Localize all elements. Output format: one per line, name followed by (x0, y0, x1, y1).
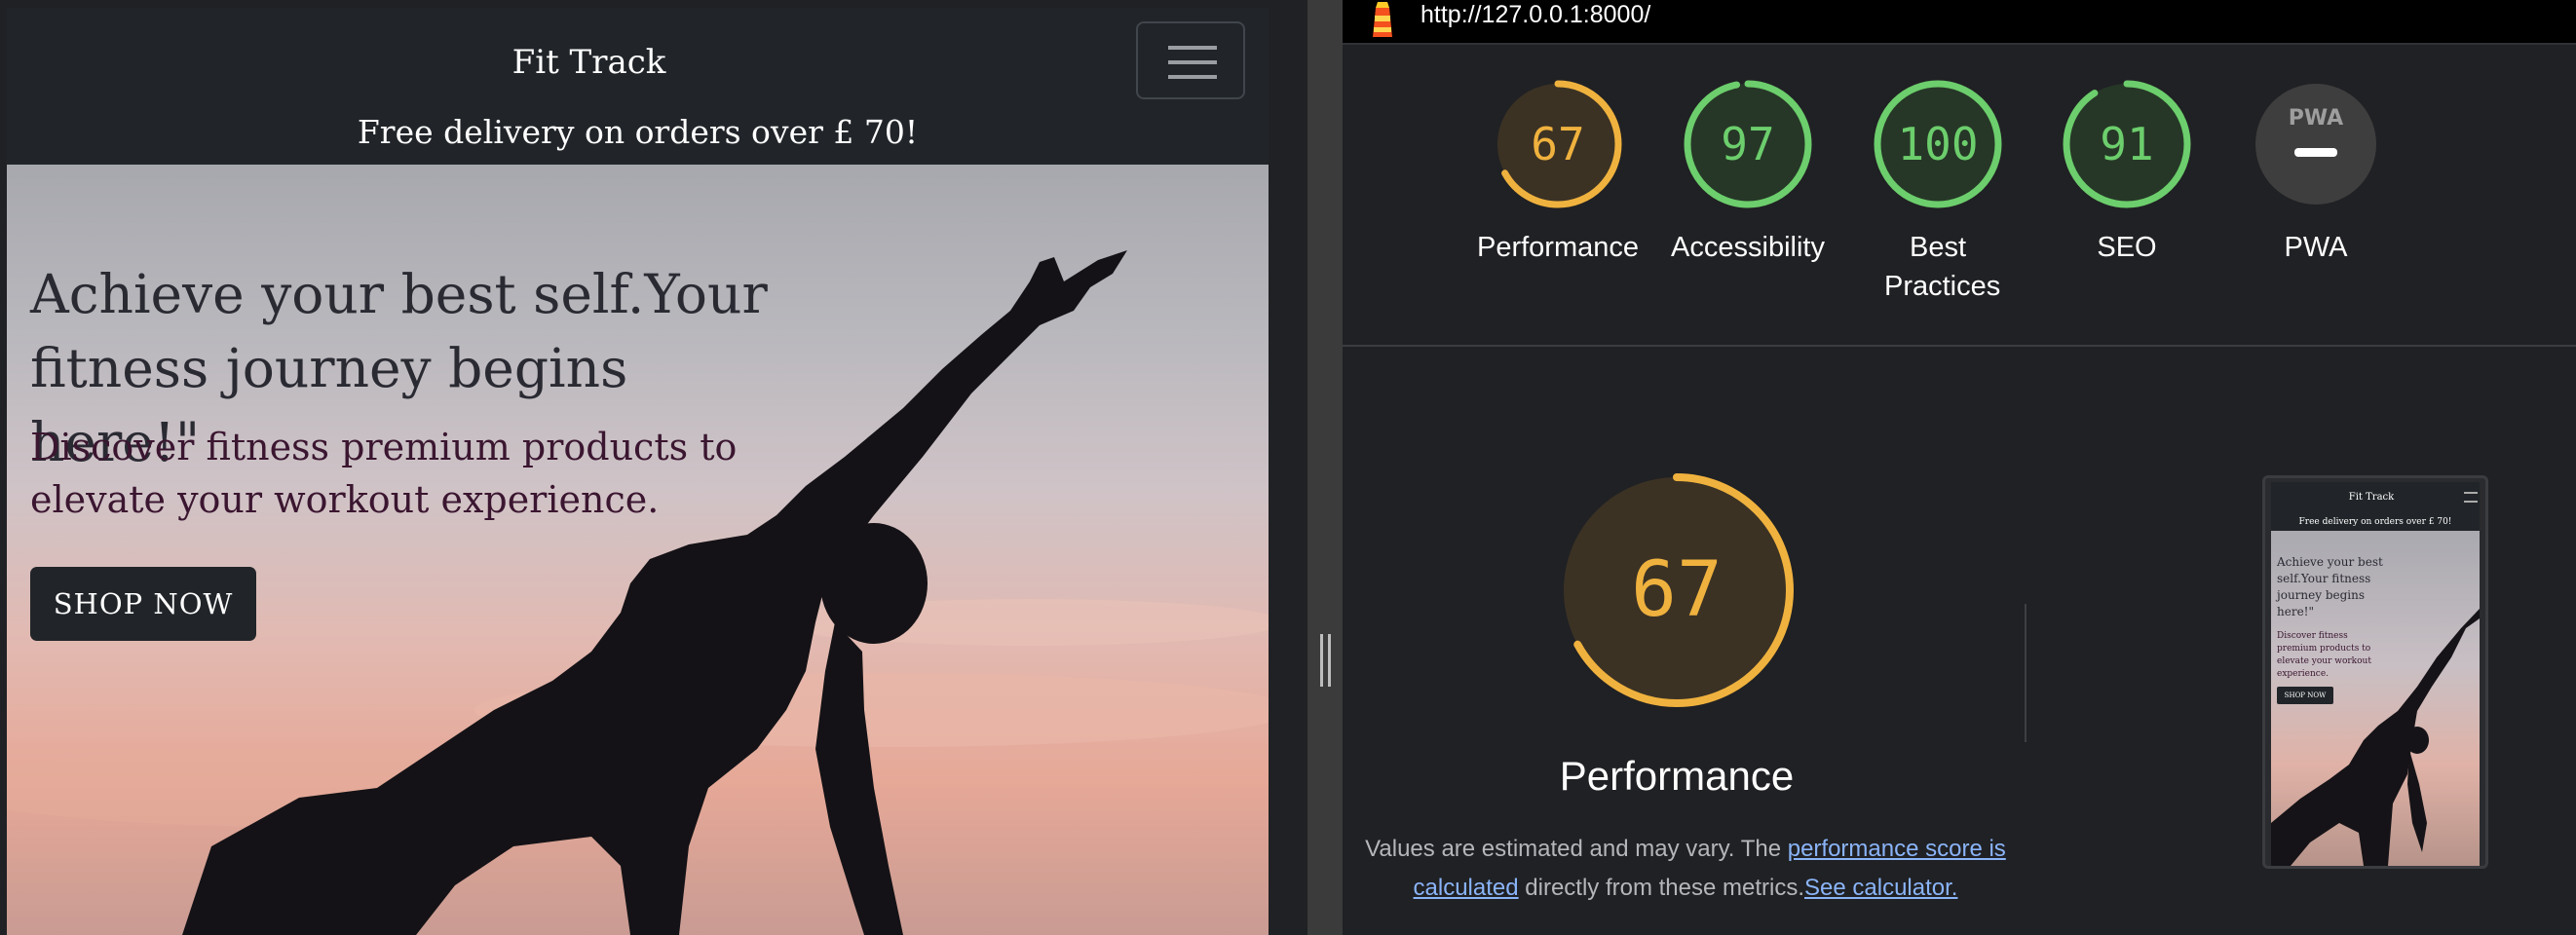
pwa-dash-icon (2294, 148, 2337, 157)
divider (2025, 604, 2027, 742)
thumb-hamburger-icon (2464, 492, 2478, 503)
report-url[interactable]: http://127.0.0.1:8000/ (1421, 0, 1650, 29)
gauge-score: 100 (1897, 118, 1979, 170)
pwa-badge-text: PWA (2289, 106, 2343, 131)
gauge-performance[interactable]: 67 Performance (1470, 80, 1646, 267)
performance-focus-title: Performance (1559, 753, 1795, 799)
gauge-accessibility[interactable]: 97 Accessibility (1660, 80, 1836, 267)
menu-toggle-button[interactable] (1136, 21, 1245, 99)
lighthouse-report: http://127.0.0.1:8000/ 67 Performance 97 Ac… (1343, 0, 2576, 935)
gauge-ring: 91 (2063, 80, 2191, 208)
performance-focus-score: 67 (1631, 546, 1723, 634)
gauge-label: SEO (2097, 232, 2157, 263)
gauge-pwa[interactable]: PWA PWA (2228, 80, 2404, 267)
gauge-ring: PWA (2252, 80, 2380, 208)
gauge-best-practices[interactable]: 100 Best Practices (1850, 80, 2026, 306)
shop-now-button[interactable]: SHOP NOW (30, 567, 256, 641)
gauge-ring: 67 (1494, 80, 1622, 208)
note-text: Values are estimated and may vary. The (1365, 836, 1788, 862)
gauge-label: PWA (2284, 232, 2348, 263)
gauge-score: 91 (2100, 118, 2154, 170)
gauge-arc: PWA (2255, 84, 2376, 205)
hamburger-icon (1168, 60, 1217, 64)
gauge-label: Best Practices (1884, 232, 2001, 302)
thumb-banner: Free delivery on orders over £ 70! (2271, 513, 2480, 531)
note-text: directly from these metrics. (1518, 875, 1805, 901)
gauge-score: 67 (1531, 118, 1585, 170)
divider (1343, 345, 2576, 347)
see-calculator-link[interactable]: See calculator. (1804, 875, 1957, 901)
hamburger-icon (1168, 46, 1217, 50)
gauge-ring: 97 (1684, 80, 1812, 208)
gauge-ring: 100 (1874, 80, 2002, 208)
gauge-seo[interactable]: 91 SEO (2039, 80, 2215, 267)
hero-section: Achieve your best self.Your fitness jour… (7, 165, 1269, 935)
navbar: Fit Track Free delivery on orders over £… (7, 8, 1269, 165)
thumb-heading: Achieve your best self.Your fitness jour… (2277, 555, 2383, 618)
delivery-banner: Free delivery on orders over £ 70! (357, 113, 919, 151)
thumb-hero: Achieve your best self.Your fitness jour… (2271, 531, 2480, 866)
lighthouse-logo-icon (1366, 0, 1399, 39)
thumb-shop-button: SHOP NOW (2277, 687, 2333, 704)
thumb-brand: Fit Track (2348, 492, 2395, 503)
gauge-label: Performance (1476, 232, 1639, 263)
report-url-bar: http://127.0.0.1:8000/ (1343, 0, 2576, 43)
performance-note: Values are estimated and may vary. The p… (1364, 830, 2007, 908)
website-viewport: Fit Track Free delivery on orders over £… (0, 0, 1307, 935)
final-screenshot-thumbnail[interactable]: Fit Track Free delivery on orders over £… (2262, 475, 2488, 869)
site-brand[interactable]: Fit Track (7, 43, 1171, 82)
thumb-navbar: Fit Track (2271, 482, 2480, 513)
performance-focus-gauge[interactable]: 67 (1557, 470, 1797, 710)
hero-subtext: Discover fitness premium products to ele… (30, 426, 738, 521)
splitter-grip (1320, 634, 1323, 687)
panel-splitter[interactable] (1307, 0, 1343, 935)
thumb-text: Discover fitness premium products to ele… (2277, 631, 2371, 679)
hamburger-icon (1168, 75, 1217, 79)
splitter-grip (1328, 634, 1331, 687)
gauge-label: Accessibility (1671, 232, 1825, 263)
gauge-score: 97 (1721, 118, 1775, 170)
divider (1343, 43, 2576, 45)
